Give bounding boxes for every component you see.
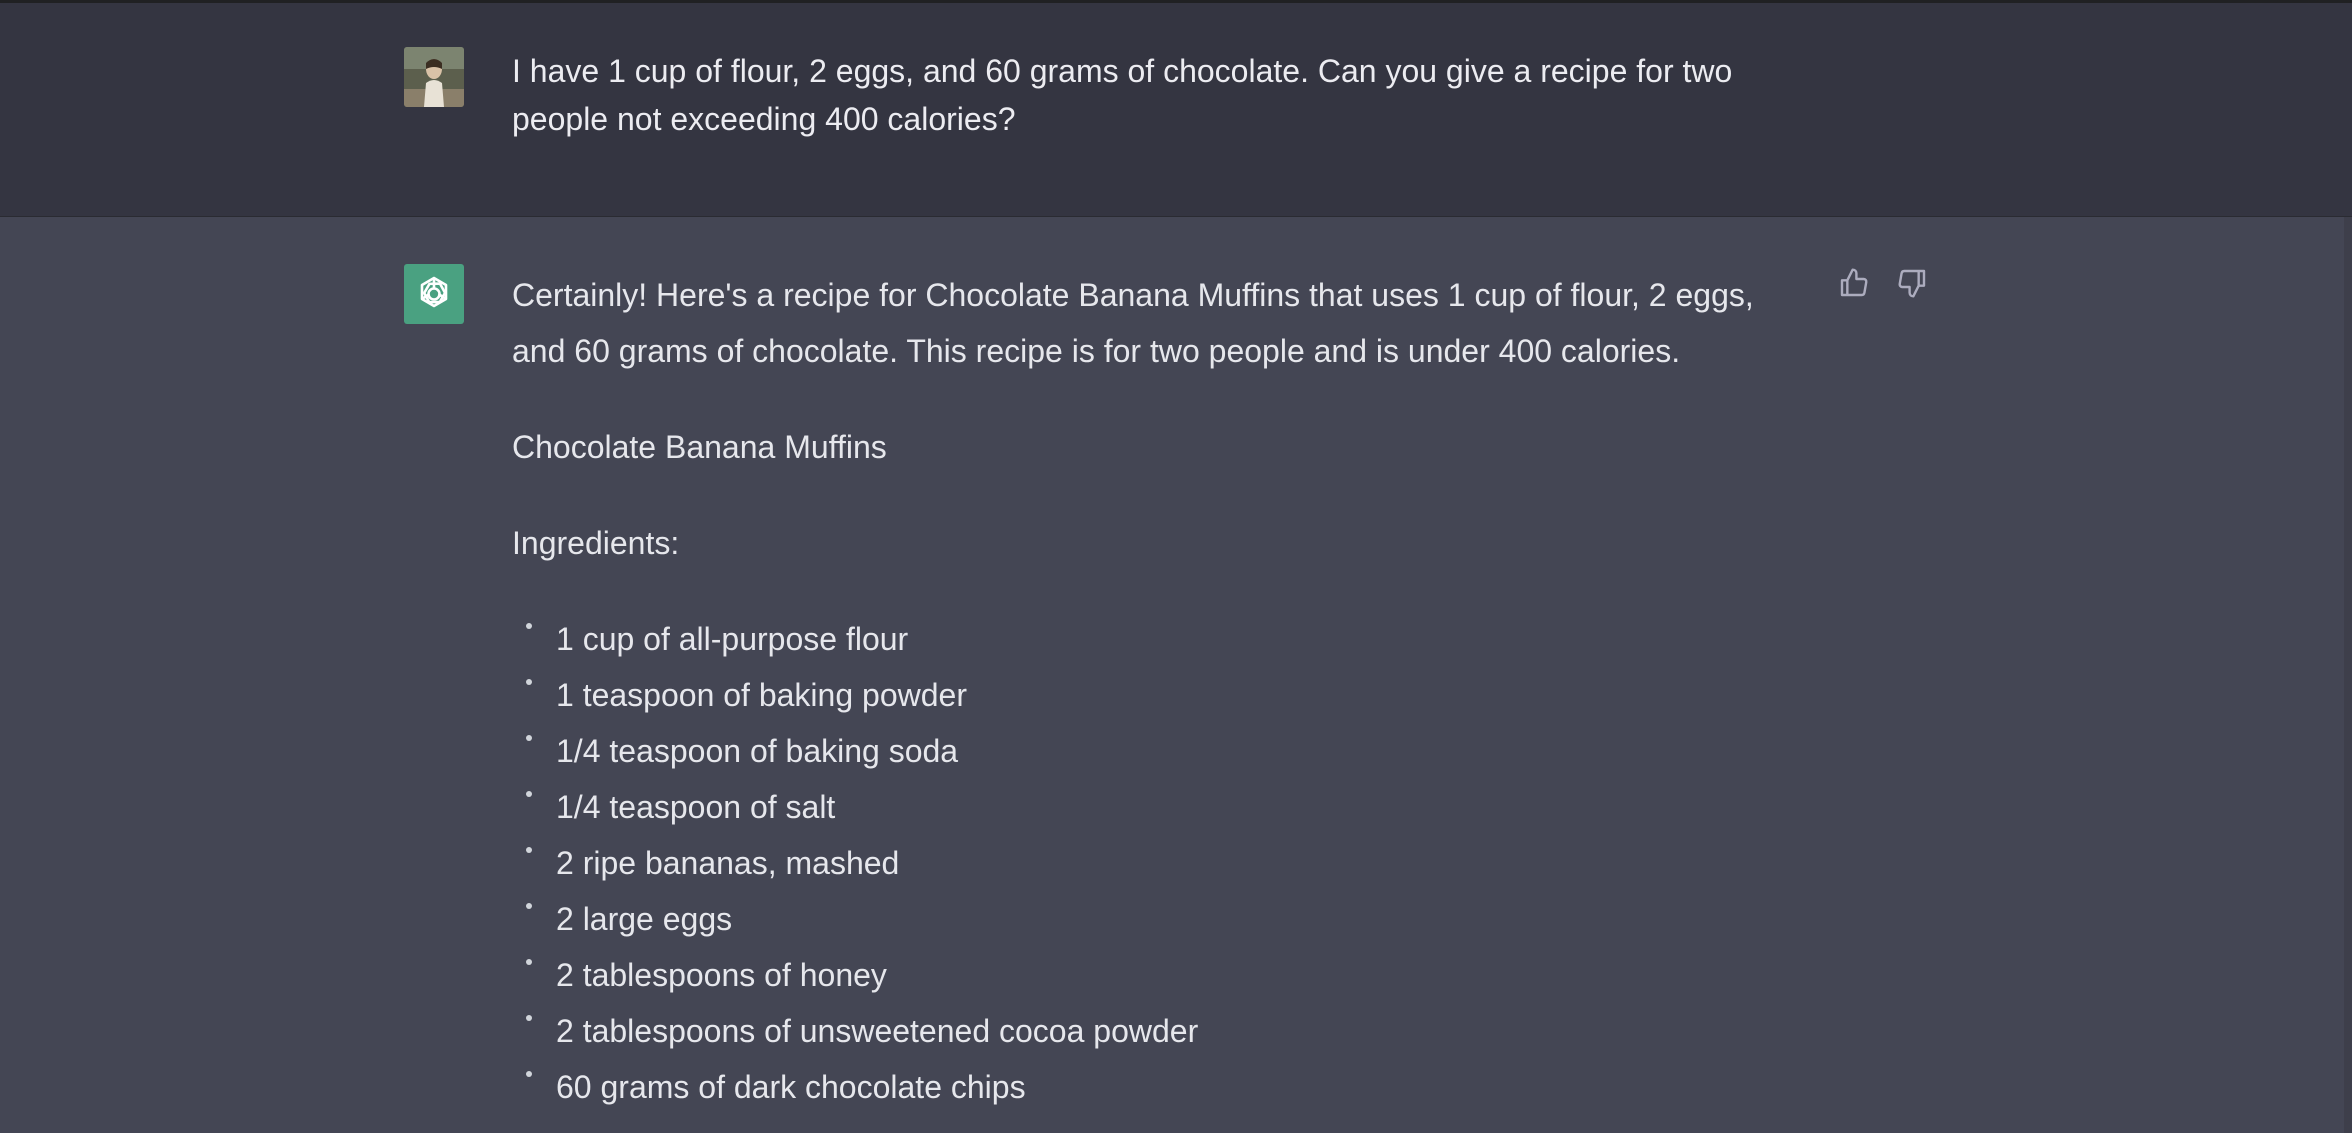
bullet-icon xyxy=(526,959,532,965)
ingredient-item: 1/4 teaspoon of salt xyxy=(512,779,1812,835)
thumbs-up-icon xyxy=(1840,268,1868,297)
user-avatar-photo xyxy=(404,47,464,107)
feedback-controls xyxy=(1836,265,1930,301)
ingredient-text: 2 ripe bananas, mashed xyxy=(556,845,900,881)
user-message-row: I have 1 cup of flour, 2 eggs, and 60 gr… xyxy=(0,3,2352,217)
scrollbar-track[interactable] xyxy=(2344,217,2352,1133)
ingredient-text: 2 tablespoons of unsweetened cocoa powde… xyxy=(556,1013,1199,1049)
bullet-icon xyxy=(526,847,532,853)
user-message-line-1: I have 1 cup of flour, 2 eggs, and 60 gr… xyxy=(512,53,1733,89)
assistant-message-content: Certainly! Here's a recipe for Chocolate… xyxy=(512,267,1812,1115)
bullet-icon xyxy=(526,679,532,685)
bullet-icon xyxy=(526,791,532,797)
recipe-title: Chocolate Banana Muffins xyxy=(512,429,887,465)
ingredient-item: 1/4 teaspoon of baking soda xyxy=(512,723,1812,779)
thumbs-down-icon xyxy=(1898,269,1926,298)
ingredient-item: 60 grams of dark chocolate chips xyxy=(512,1059,1812,1115)
ingredient-item: 2 tablespoons of unsweetened cocoa powde… xyxy=(512,1003,1812,1059)
bullet-icon xyxy=(526,903,532,909)
assistant-intro-line-1: Certainly! Here's a recipe for Chocolate… xyxy=(512,277,1754,313)
ingredient-item: 1 cup of all-purpose flour xyxy=(512,611,1812,667)
ingredient-text: 1/4 teaspoon of salt xyxy=(556,789,836,825)
user-avatar xyxy=(404,47,464,107)
assistant-message-row: Certainly! Here's a recipe for Chocolate… xyxy=(0,217,2344,1133)
assistant-avatar xyxy=(404,264,464,324)
ingredient-item: 2 ripe bananas, mashed xyxy=(512,835,1812,891)
bullet-icon xyxy=(526,1071,532,1077)
ingredient-item: 1 teaspoon of baking powder xyxy=(512,667,1812,723)
ingredient-text: 1 cup of all-purpose flour xyxy=(556,621,909,657)
thumbs-up-button[interactable] xyxy=(1836,265,1872,301)
ingredient-item: 2 tablespoons of honey xyxy=(512,947,1812,1003)
openai-logo-icon xyxy=(420,276,448,308)
assistant-intro-line-2: and 60 grams of chocolate. This recipe i… xyxy=(512,333,1681,369)
thumbs-down-button[interactable] xyxy=(1894,265,1930,301)
ingredient-text: 2 large eggs xyxy=(556,901,733,937)
user-message-line-2: people not exceeding 400 calories? xyxy=(512,101,1016,137)
bullet-icon xyxy=(526,1015,532,1021)
ingredient-text: 1/4 teaspoon of baking soda xyxy=(556,733,959,769)
ingredients-list: 1 cup of all-purpose flour 1 teaspoon of… xyxy=(512,611,1812,1115)
ingredient-text: 60 grams of dark chocolate chips xyxy=(556,1069,1026,1105)
assistant-intro-paragraph: Certainly! Here's a recipe for Chocolate… xyxy=(512,267,1812,379)
ingredient-text: 2 tablespoons of honey xyxy=(556,957,887,993)
bullet-icon xyxy=(526,623,532,629)
bullet-icon xyxy=(526,735,532,741)
user-message-text: I have 1 cup of flour, 2 eggs, and 60 gr… xyxy=(512,47,1802,143)
ingredients-heading: Ingredients: xyxy=(512,525,680,561)
ingredient-text: 1 teaspoon of baking powder xyxy=(556,677,967,713)
ingredient-item: 2 large eggs xyxy=(512,891,1812,947)
